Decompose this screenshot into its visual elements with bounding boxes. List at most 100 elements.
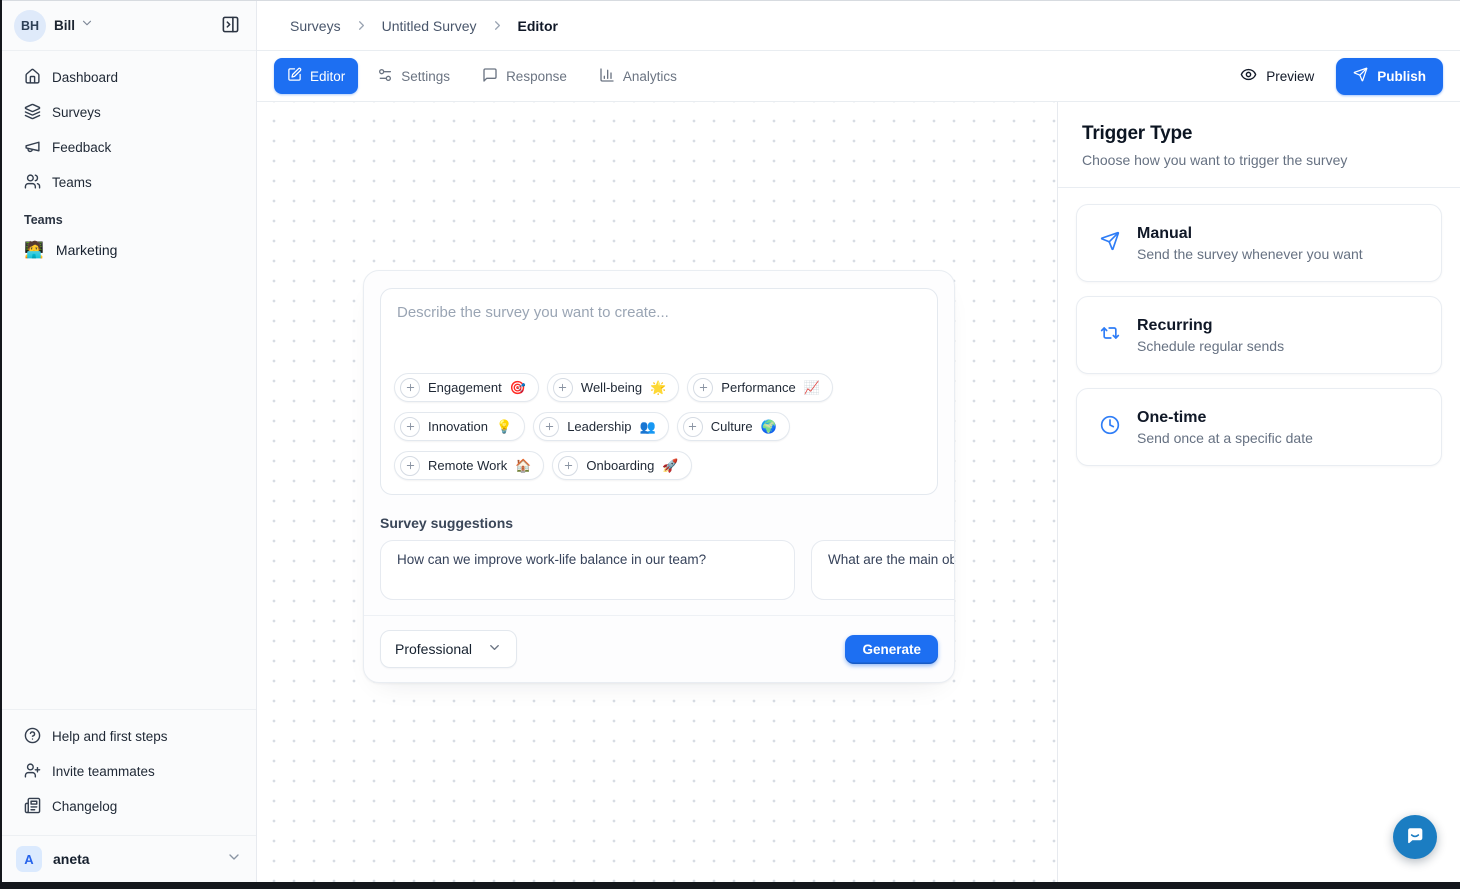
topic-chip-leadership[interactable]: Leadership 👥 [533,412,669,441]
trigger-option-one-time[interactable]: One-time Send once at a specific date [1076,388,1442,466]
sidebar-item-changelog[interactable]: Changelog [14,790,244,823]
chat-launcher-button[interactable] [1393,815,1437,859]
team-name: Marketing [56,242,117,258]
trigger-option-text: Manual Send the survey whenever you want [1137,225,1363,262]
tab-analytics[interactable]: Analytics [586,58,690,94]
workspace-switcher[interactable]: Bill [54,16,94,35]
edit-pen-icon [287,67,302,85]
workspace-avatar: BH [14,10,46,42]
topic-chip-engagement[interactable]: Engagement 🎯 [394,373,539,402]
suggestions-row: How can we improve work-life balance in … [380,540,954,600]
topic-chip-remote-work[interactable]: Remote Work 🏠 [394,451,544,480]
topic-chip-onboarding[interactable]: Onboarding 🚀 [552,451,691,480]
chip-label: Engagement [428,380,502,395]
dart-emoji-icon: 🎯 [510,380,526,396]
tab-settings[interactable]: Settings [364,58,463,94]
megaphone-icon [24,138,41,158]
suggestion-card[interactable]: What are the main ob [811,540,954,600]
sidebar-item-invite[interactable]: Invite teammates [14,755,244,788]
star-emoji-icon: 🌟 [650,380,666,396]
preview-button[interactable]: Preview [1232,60,1322,92]
chevron-down-icon [226,849,242,870]
globe-emoji-icon: 🌍 [761,419,777,435]
tab-editor[interactable]: Editor [274,58,358,94]
sidebar-item-label: Surveys [52,105,101,120]
tab-label: Editor [310,69,345,84]
sidebar-item-feedback[interactable]: Feedback [14,131,244,164]
sidebar-item-teams[interactable]: Teams [14,166,244,199]
chip-label: Leadership [567,419,631,434]
tab-label: Response [506,69,567,84]
chevron-down-icon [487,640,502,658]
sidebar-item-label: Changelog [52,799,117,814]
account-avatar: A [16,846,42,872]
chevron-right-icon [354,18,369,33]
teams-section-label: Teams [24,213,234,227]
breadcrumb-editor: Editor [518,18,558,34]
tone-select[interactable]: Professional [380,630,517,668]
trigger-option-description: Schedule regular sends [1137,338,1284,354]
topic-chip-culture[interactable]: Culture 🌍 [677,412,790,441]
survey-description-input[interactable] [381,289,937,371]
topic-chip-well-being[interactable]: Well-being 🌟 [547,373,679,402]
plus-icon [553,378,573,398]
topic-chip-innovation[interactable]: Innovation 💡 [394,412,525,441]
chip-label: Performance [721,380,795,395]
newspaper-icon [24,797,41,817]
suggestion-card[interactable]: How can we improve work-life balance in … [380,540,795,600]
editor-canvas[interactable]: Engagement 🎯 Well-being 🌟 Performance [257,102,1057,882]
account-menu[interactable]: A aneta [2,835,256,882]
layers-icon [24,103,41,123]
chevron-right-icon [490,18,505,33]
generate-button[interactable]: Generate [845,635,938,664]
repeat-icon [1100,323,1120,348]
home-icon [24,68,41,88]
chip-label: Well-being [581,380,642,395]
plus-icon [558,456,578,476]
breadcrumb-untitled-survey[interactable]: Untitled Survey [382,18,477,34]
tab-label: Analytics [623,69,677,84]
publish-button[interactable]: Publish [1336,58,1443,95]
tab-label: Settings [401,69,450,84]
eye-icon [1240,66,1257,86]
chart-emoji-icon: 📈 [804,380,820,396]
breadcrumb-surveys[interactable]: Surveys [290,18,341,34]
plus-icon [400,378,420,398]
tab-response[interactable]: Response [469,58,580,94]
trigger-option-text: Recurring Schedule regular sends [1137,317,1284,354]
send-icon [1353,67,1368,85]
trigger-option-manual[interactable]: Manual Send the survey whenever you want [1076,204,1442,282]
people-emoji-icon: 👥 [640,419,656,435]
sidebar-item-label: Dashboard [52,70,118,85]
plus-icon [693,378,713,398]
plus-icon [683,417,703,437]
chip-label: Culture [711,419,753,434]
sidebar-item-surveys[interactable]: Surveys [14,96,244,129]
trigger-type-panel: Trigger Type Choose how you want to trig… [1057,102,1460,882]
clock-icon [1100,415,1120,440]
trigger-option-text: One-time Send once at a specific date [1137,409,1313,446]
account-name: aneta [53,851,90,867]
trigger-option-recurring[interactable]: Recurring Schedule regular sends [1076,296,1442,374]
sidebar: BH Bill Dashboard Surveys [2,1,257,882]
plus-icon [400,456,420,476]
preview-label: Preview [1266,69,1314,84]
trigger-option-title: Manual [1137,225,1363,243]
composer-footer: Professional Generate [364,615,954,682]
main-area: Surveys Untitled Survey Editor Editor Se… [257,1,1460,882]
help-circle-icon [24,727,41,747]
sidebar-collapse-button[interactable] [214,10,246,42]
trigger-panel-subtitle: Choose how you want to trigger the surve… [1082,152,1436,168]
chip-label: Remote Work [428,458,507,473]
sidebar-item-label: Invite teammates [52,764,155,779]
sidebar-item-team-marketing[interactable]: 🧑‍💻 Marketing [14,231,244,269]
trigger-option-title: Recurring [1137,317,1284,335]
message-square-icon [482,67,498,86]
topic-chip-performance[interactable]: Performance 📈 [687,373,833,402]
sidebar-item-help[interactable]: Help and first steps [14,720,244,753]
sidebar-item-dashboard[interactable]: Dashboard [14,61,244,94]
sidebar-nav: Dashboard Surveys Feedback Teams [2,51,256,199]
house-emoji-icon: 🏠 [515,458,531,474]
sidebar-footer: Help and first steps Invite teammates Ch… [2,709,256,827]
chat-bubble-icon [1404,825,1426,850]
